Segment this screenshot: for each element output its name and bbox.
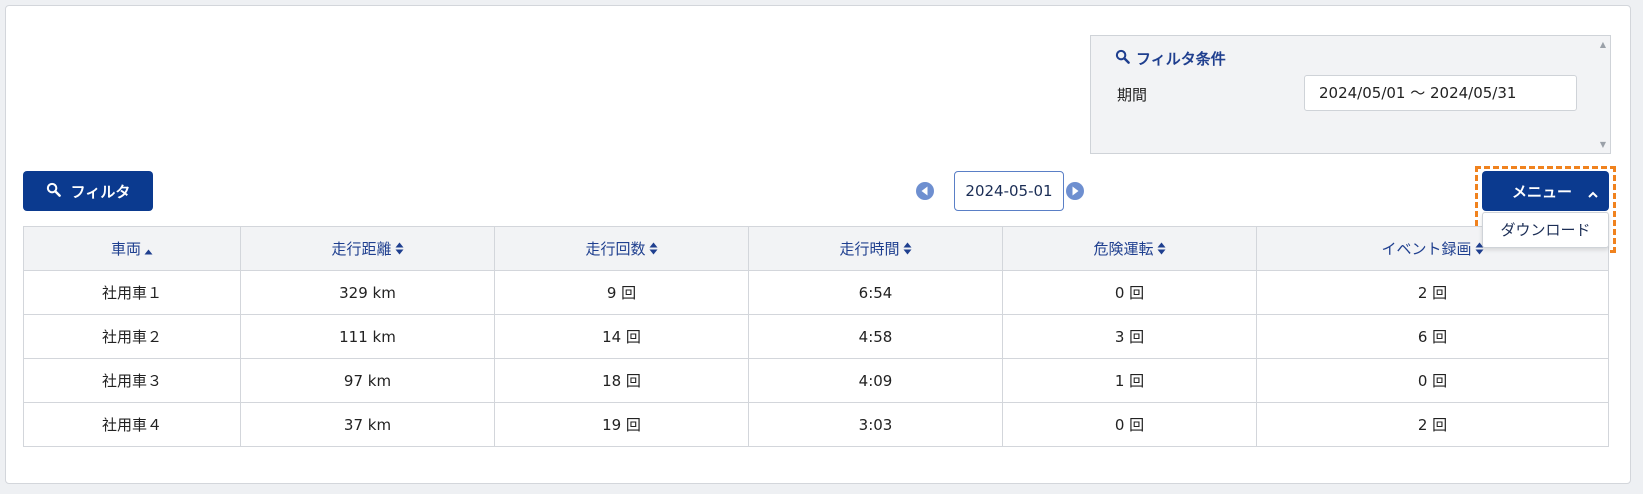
sort-both-icon xyxy=(1157,241,1166,259)
filter-conditions-panel: フィルタ条件 期間 2024/05/01 〜 2024/05/31 ▲ ▼ xyxy=(1090,35,1611,154)
filter-button[interactable]: フィルタ xyxy=(23,171,153,211)
cell-distance: 329 km xyxy=(240,270,495,315)
search-icon xyxy=(46,182,61,201)
menu-item-download[interactable]: ダウンロード xyxy=(1482,212,1609,248)
column-header-label: イベント録画 xyxy=(1381,240,1472,258)
filter-button-label: フィルタ xyxy=(70,182,131,201)
column-header-label: 走行回数 xyxy=(585,240,646,258)
cell-distance: 37 km xyxy=(240,402,495,447)
period-field[interactable]: 2024/05/01 〜 2024/05/31 xyxy=(1304,75,1577,111)
scroll-down-icon[interactable]: ▼ xyxy=(1600,140,1606,149)
column-header-trips[interactable]: 走行回数 xyxy=(494,226,749,271)
next-circle-icon[interactable] xyxy=(1066,182,1084,200)
column-header-vehicle[interactable]: 車両 xyxy=(23,226,241,271)
cell-event-recordings: 0 回 xyxy=(1256,358,1609,403)
cell-event-recordings: 2 回 xyxy=(1256,402,1609,447)
search-icon xyxy=(1115,49,1130,68)
cell-vehicle: 社用車１ xyxy=(23,270,241,315)
chevron-up-icon xyxy=(1587,185,1599,203)
cell-vehicle: 社用車２ xyxy=(23,314,241,359)
sort-asc-icon xyxy=(144,241,153,259)
prev-circle-icon[interactable] xyxy=(916,182,934,200)
column-header-label: 車両 xyxy=(110,240,141,258)
filter-conditions-title-text: フィルタ条件 xyxy=(1136,50,1226,68)
cell-distance: 111 km xyxy=(240,314,495,359)
cell-dangerous-driving: 1 回 xyxy=(1002,358,1257,403)
column-header-label: 走行距離 xyxy=(331,240,392,258)
cell-trips: 9 回 xyxy=(494,270,749,315)
scroll-up-icon[interactable]: ▲ xyxy=(1600,40,1606,49)
table-row: 社用車４ 37 km 19 回 3:03 0 回 2 回 xyxy=(23,402,1609,447)
table-row: 社用車２ 111 km 14 回 4:58 3 回 6 回 xyxy=(23,314,1609,359)
cell-event-recordings: 2 回 xyxy=(1256,270,1609,315)
cell-vehicle: 社用車４ xyxy=(23,402,241,447)
table-header-row: 車両 走行距離 走行回数 走行時間 危険運転 イベント録画 xyxy=(23,226,1609,271)
cell-drive-time: 4:58 xyxy=(748,314,1003,359)
cell-event-recordings: 6 回 xyxy=(1256,314,1609,359)
cell-trips: 14 回 xyxy=(494,314,749,359)
table-row: 社用車３ 97 km 18 回 4:09 1 回 0 回 xyxy=(23,358,1609,403)
sort-both-icon xyxy=(649,241,658,259)
cell-dangerous-driving: 0 回 xyxy=(1002,402,1257,447)
column-header-drive-time[interactable]: 走行時間 xyxy=(748,226,1003,271)
cell-dangerous-driving: 0 回 xyxy=(1002,270,1257,315)
table-row: 社用車１ 329 km 9 回 6:54 0 回 2 回 xyxy=(23,270,1609,315)
filter-conditions-title: フィルタ条件 xyxy=(1115,48,1226,69)
column-header-label: 走行時間 xyxy=(839,240,900,258)
column-header-dangerous-driving[interactable]: 危険運転 xyxy=(1002,226,1257,271)
column-header-label: 危険運転 xyxy=(1093,240,1154,258)
sort-both-icon xyxy=(903,241,912,259)
menu-button-label: メニュー xyxy=(1512,183,1573,201)
cell-trips: 18 回 xyxy=(494,358,749,403)
column-header-distance[interactable]: 走行距離 xyxy=(240,226,495,271)
cell-dangerous-driving: 3 回 xyxy=(1002,314,1257,359)
cell-drive-time: 4:09 xyxy=(748,358,1003,403)
cell-distance: 97 km xyxy=(240,358,495,403)
cell-trips: 19 回 xyxy=(494,402,749,447)
date-selector[interactable]: 2024-05-01 xyxy=(954,171,1064,211)
vehicle-summary-table: 車両 走行距離 走行回数 走行時間 危険運転 イベント録画 社用車１ 329 k… xyxy=(23,226,1609,447)
sort-both-icon xyxy=(395,241,404,259)
cell-drive-time: 3:03 xyxy=(748,402,1003,447)
cell-vehicle: 社用車３ xyxy=(23,358,241,403)
period-label: 期間 xyxy=(1117,86,1148,104)
menu-button[interactable]: メニュー xyxy=(1482,171,1609,211)
cell-drive-time: 6:54 xyxy=(748,270,1003,315)
